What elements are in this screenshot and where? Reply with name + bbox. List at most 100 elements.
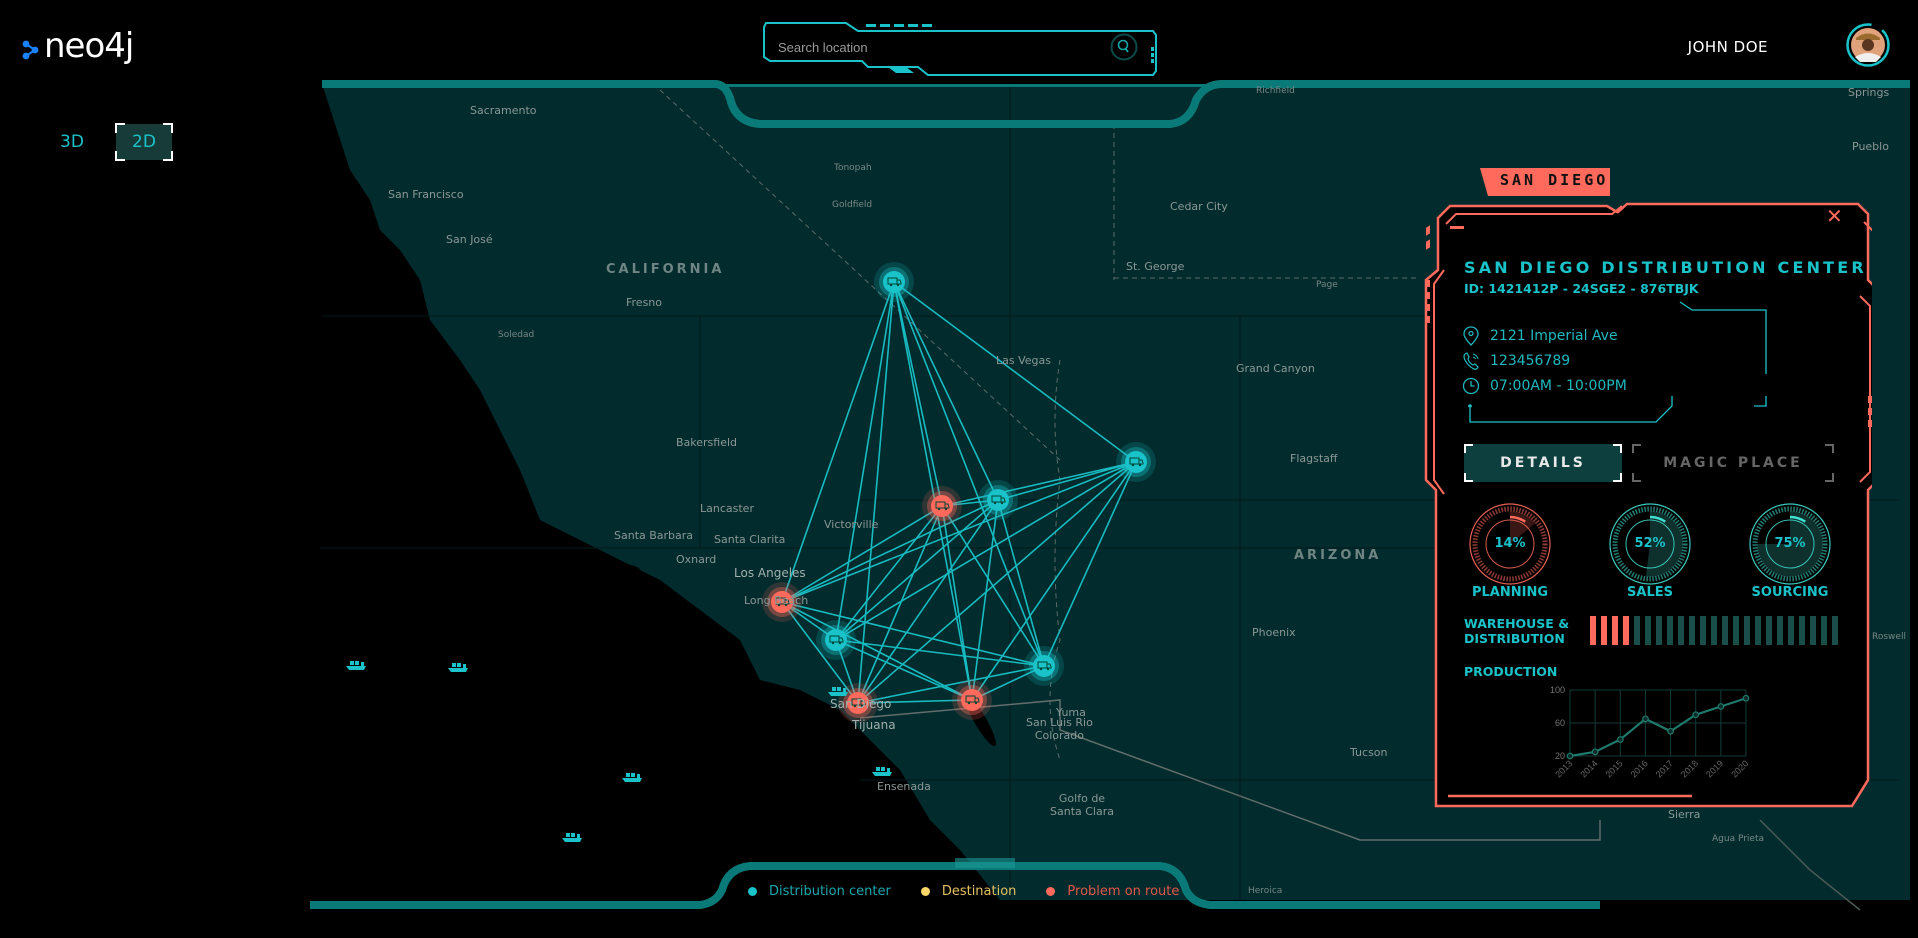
map-label: Richfield	[1256, 86, 1295, 96]
view-3d-button[interactable]: 3D	[44, 124, 100, 160]
close-panel-button[interactable]: ✕	[1826, 204, 1843, 228]
neo4j-logo[interactable]: neo4j	[20, 26, 134, 66]
map-label: Victorville	[824, 518, 879, 531]
gauge-sales: 52%	[1608, 502, 1692, 586]
map-label: Page	[1316, 280, 1338, 290]
corner-decoration	[115, 151, 125, 161]
legend-problem-on-route: Problem on route	[1046, 884, 1179, 899]
ship-icon[interactable]	[562, 833, 582, 842]
phone-icon	[1463, 352, 1479, 370]
warehouse-segment	[1700, 616, 1706, 645]
map-label: Grand Canyon	[1236, 362, 1315, 375]
map-label: Tonopah	[834, 163, 872, 173]
distribution-node[interactable]	[874, 262, 914, 302]
panel-id: ID: 1421412P - 24SGE2 - 876TBJK	[1464, 281, 1699, 296]
distribution-node[interactable]	[1024, 646, 1064, 686]
map-label: Santa Clarita	[714, 533, 786, 546]
problem-dot-icon	[1046, 887, 1056, 896]
user-name[interactable]: JOHN DOE	[1688, 38, 1768, 56]
warehouse-segment	[1744, 616, 1750, 645]
corner-decoration	[163, 123, 173, 133]
ship-icon[interactable]	[872, 767, 892, 776]
distribution-node[interactable]	[978, 480, 1018, 520]
warehouse-segment	[1667, 616, 1673, 645]
map-label: ARIZONA	[1294, 548, 1382, 563]
ship-icon[interactable]	[622, 773, 642, 782]
x-tick-label: 2018	[1679, 758, 1700, 779]
address-text: 2121 Imperial Ave	[1490, 328, 1618, 344]
data-point	[1566, 752, 1574, 760]
gauge-value: 52%	[1634, 536, 1666, 551]
warehouse-segment	[1711, 616, 1717, 645]
x-tick-label: 2016	[1629, 758, 1650, 779]
warehouse-segment	[1601, 616, 1607, 645]
map-label: Los Angeles	[734, 566, 806, 580]
warehouse-segment	[1755, 616, 1761, 645]
map-label: CALIFORNIA	[606, 262, 725, 277]
map-label: Sacramento	[470, 104, 537, 117]
address-row: 2121 Imperial Ave	[1462, 326, 1618, 346]
view-2d-button[interactable]: 2D	[115, 123, 173, 161]
phone-text: 123456789	[1490, 353, 1571, 369]
production-line-chart: 20 60 100 2013 2014 2015 2016 2017 2018 2019 2020	[1550, 685, 1750, 780]
legend-label: Distribution center	[769, 884, 891, 899]
warehouse-label-line1: WAREHOUSE &	[1464, 616, 1570, 631]
distribution-node[interactable]	[1116, 442, 1156, 482]
map-label: Phoenix	[1252, 626, 1296, 639]
map-label: Soledad	[498, 330, 535, 340]
hours-row: 07:00AM - 10:00PM	[1462, 376, 1627, 396]
corner-decoration	[115, 123, 125, 133]
map-label: Ensenada	[877, 780, 931, 793]
warehouse-segment	[1689, 616, 1695, 645]
search-button[interactable]	[1110, 33, 1138, 61]
warehouse-segment	[1799, 616, 1805, 645]
warehouse-segment	[1590, 616, 1596, 645]
warehouse-segment	[1832, 616, 1838, 645]
x-tick-label: 2014	[1578, 758, 1599, 779]
gauge-label-planning: PLANNING	[1471, 585, 1549, 600]
y-tick-label: 60	[1555, 718, 1565, 728]
avatar[interactable]	[1846, 23, 1890, 67]
map-label: San Diego	[830, 697, 892, 711]
search-input[interactable]	[776, 35, 1080, 59]
legend-distribution-center: Distribution center	[748, 884, 891, 899]
minimize-panel-button[interactable]	[1450, 226, 1464, 229]
x-tick-label: 2020	[1729, 758, 1750, 779]
gauge-label-sales: SALES	[1627, 585, 1673, 600]
tab-details[interactable]: DETAILS	[1464, 444, 1622, 482]
tab-corners	[1632, 444, 1834, 482]
x-tick-label: 2015	[1603, 758, 1624, 779]
legend-destination: Destination	[920, 884, 1016, 899]
search-bar	[758, 19, 1158, 77]
warehouse-segment-bar	[1590, 616, 1838, 645]
gauge-value: 75%	[1774, 536, 1806, 551]
ship-icon[interactable]	[346, 661, 366, 670]
map-label: Bakersfield	[676, 436, 738, 449]
data-point	[1616, 736, 1624, 743]
distribution-node[interactable]	[816, 620, 856, 660]
warehouse-segment	[1612, 616, 1618, 645]
map-label: Heroica	[1248, 886, 1283, 896]
warehouse-segment	[1645, 616, 1651, 645]
location-pin-icon	[1463, 326, 1479, 346]
avatar-icon	[1846, 23, 1890, 67]
data-point	[1717, 703, 1725, 710]
map-label: Springs	[1848, 86, 1890, 99]
map-legend: Distribution center Destination Problem …	[748, 884, 1209, 899]
map-label: Santa Barbara	[614, 529, 694, 542]
problem-node[interactable]	[952, 680, 992, 720]
data-point	[1591, 748, 1599, 756]
corner-decoration	[163, 151, 173, 161]
ship-icon[interactable]	[448, 663, 468, 672]
map-label: Agua Prieta	[1712, 834, 1765, 844]
tab-magic-place[interactable]: MAGIC PLACE	[1632, 444, 1834, 482]
map-label: Roswell	[1872, 632, 1906, 642]
problem-node[interactable]	[922, 486, 962, 526]
gauge-sourcing: 75%	[1748, 502, 1832, 586]
view-2d-label: 2D	[132, 132, 156, 152]
warehouse-segment	[1634, 616, 1640, 645]
warehouse-segment	[1821, 616, 1827, 645]
map-label: Long Beach	[744, 594, 809, 607]
destination-dot-icon	[920, 887, 930, 896]
map-label: Las Vegas	[996, 354, 1051, 367]
